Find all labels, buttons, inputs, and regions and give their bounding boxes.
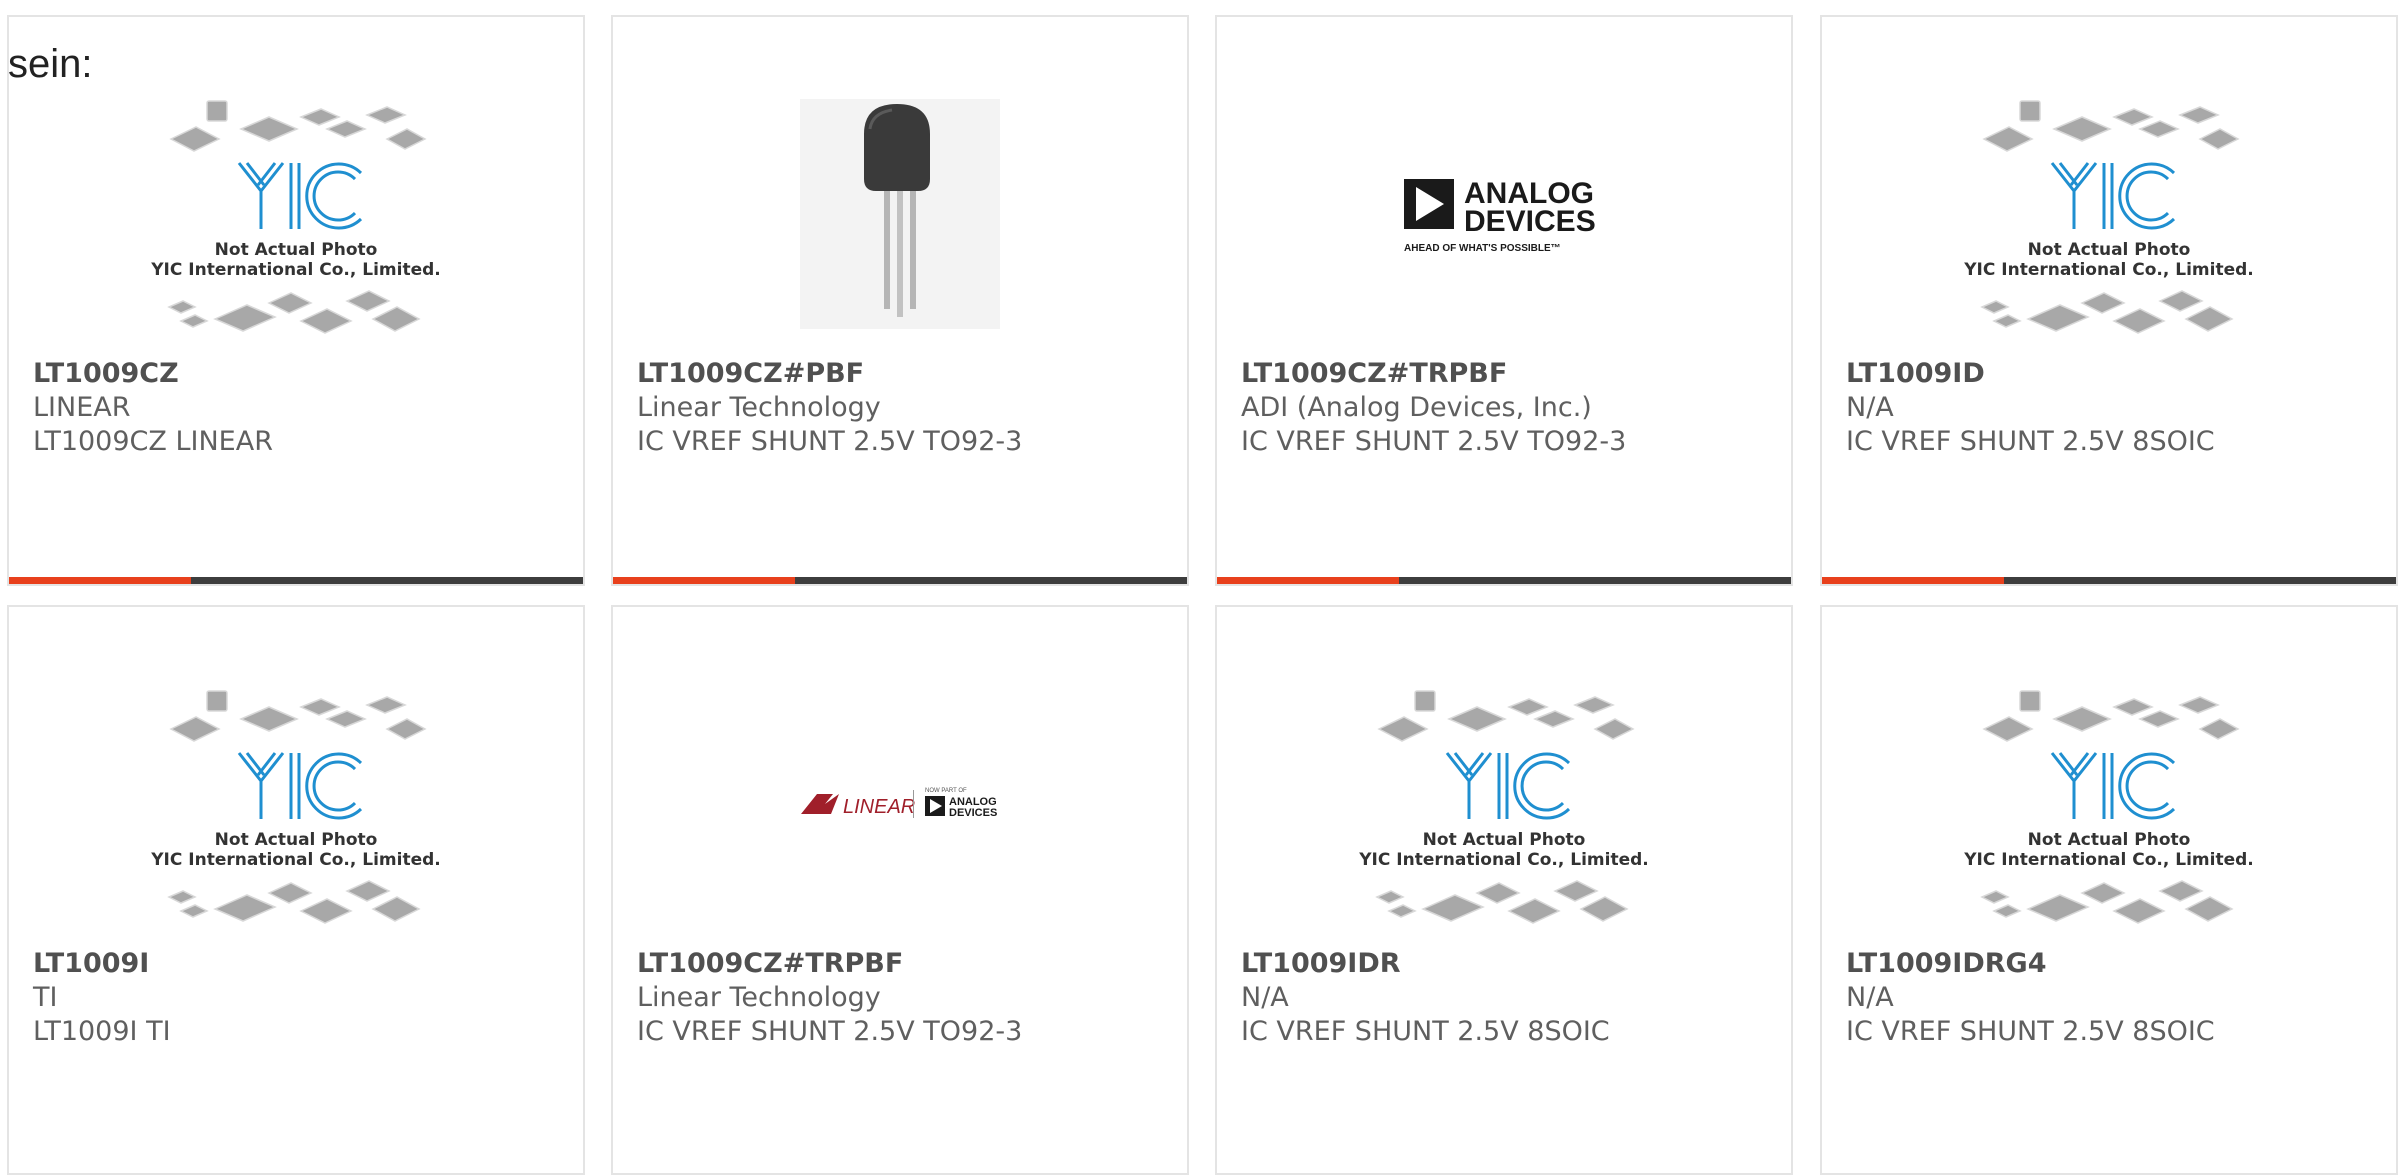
part-number[interactable]: LT1009ID: [1846, 357, 2386, 391]
placeholder-caption-line2: YIC International Co., Limited.: [1964, 260, 2254, 280]
product-card-3[interactable]: ANALOG DEVICES AHEAD OF WHAT'S POSSIBLE™…: [1215, 15, 1793, 586]
manufacturer: TI: [33, 982, 58, 1013]
description: IC VREF SHUNT 2.5V TO92-3: [637, 426, 1023, 457]
part-number[interactable]: LT1009CZ#PBF: [637, 357, 1177, 391]
product-image-placeholder: Not Actual Photo YIC International Co., …: [9, 669, 583, 939]
product-image-placeholder: Not Actual Photo YIC International Co., …: [1217, 669, 1791, 939]
logo-tagline: AHEAD OF WHAT'S POSSIBLE™: [1404, 243, 1561, 254]
yic-placeholder-icon: Not Actual Photo YIC International Co., …: [151, 690, 441, 924]
description: IC VREF SHUNT 2.5V TO92-3: [1241, 426, 1627, 457]
product-card-5[interactable]: Not Actual Photo YIC International Co., …: [7, 605, 585, 1175]
part-number[interactable]: LT1009CZ: [33, 357, 573, 391]
placeholder-caption-line1: Not Actual Photo: [2028, 240, 2191, 260]
yic-placeholder-icon: Not Actual Photo YIC International Co., …: [151, 100, 441, 334]
product-photo-to92: [613, 79, 1187, 349]
card-progress-bar: [613, 577, 1187, 584]
yic-placeholder-icon: Not Actual Photo YIC International Co., …: [1964, 690, 2254, 924]
description: IC VREF SHUNT 2.5V TO92-3: [637, 1016, 1023, 1047]
placeholder-caption-line1: Not Actual Photo: [2028, 830, 2191, 850]
placeholder-caption-line2: YIC International Co., Limited.: [151, 260, 441, 280]
description: IC VREF SHUNT 2.5V 8SOIC: [1846, 426, 2215, 457]
yic-placeholder-icon: Not Actual Photo YIC International Co., …: [1359, 690, 1649, 924]
manufacturer: Linear Technology: [637, 392, 881, 423]
manufacturer: ADI (Analog Devices, Inc.): [1241, 392, 1592, 423]
product-card-8[interactable]: Not Actual Photo YIC International Co., …: [1820, 605, 2398, 1175]
section-prefix-text: sein:: [8, 42, 93, 86]
logo-small-top: NOW PART OF: [925, 788, 967, 794]
logo-text-devices: DEVICES: [1464, 205, 1596, 238]
yic-placeholder-icon: Not Actual Photo YIC International Co., …: [1964, 100, 2254, 334]
bar-accent: [9, 577, 191, 584]
placeholder-caption-line2: YIC International Co., Limited.: [151, 850, 441, 870]
part-number[interactable]: LT1009IDR: [1241, 947, 1781, 981]
card-progress-bar: [1217, 577, 1791, 584]
manufacturer: Linear Technology: [637, 982, 881, 1013]
part-number[interactable]: LT1009CZ#TRPBF: [637, 947, 1177, 981]
description: LT1009I TI: [33, 1016, 171, 1047]
manufacturer: LINEAR: [33, 392, 131, 423]
analog-devices-logo: ANALOG DEVICES AHEAD OF WHAT'S POSSIBLE™: [1217, 79, 1791, 349]
description: IC VREF SHUNT 2.5V 8SOIC: [1241, 1016, 1610, 1047]
placeholder-caption-line1: Not Actual Photo: [215, 830, 378, 850]
product-image-placeholder: Not Actual Photo YIC International Co., …: [1822, 669, 2396, 939]
product-card-2[interactable]: LT1009CZ#PBF Linear Technology IC VREF S…: [611, 15, 1189, 586]
card-progress-bar: [1822, 577, 2396, 584]
description: IC VREF SHUNT 2.5V 8SOIC: [1846, 1016, 2215, 1047]
placeholder-caption-line2: YIC International Co., Limited.: [1964, 850, 2254, 870]
logo-text-devices-small: DEVICES: [949, 807, 997, 819]
part-number[interactable]: LT1009CZ#TRPBF: [1241, 357, 1781, 391]
bar-accent: [1822, 577, 2004, 584]
placeholder-caption-line1: Not Actual Photo: [1423, 830, 1586, 850]
product-image-placeholder: Not Actual Photo YIC International Co., …: [1822, 79, 2396, 349]
product-card-4[interactable]: Not Actual Photo YIC International Co., …: [1820, 15, 2398, 586]
manufacturer: N/A: [1846, 982, 1894, 1013]
to92-transistor-icon: [800, 99, 1000, 329]
description: LT1009CZ LINEAR: [33, 426, 273, 457]
bar-accent: [613, 577, 795, 584]
placeholder-caption-line2: YIC International Co., Limited.: [1359, 850, 1649, 870]
logo-text-linear: LINEAR: [843, 796, 915, 818]
product-image-placeholder: Not Actual Photo YIC International Co., …: [9, 79, 583, 349]
product-card-6[interactable]: LINEAR NOW PART OF ANALOG DEVICES LT1009…: [611, 605, 1189, 1175]
linear-adi-logo: LINEAR NOW PART OF ANALOG DEVICES: [613, 669, 1187, 939]
product-card-7[interactable]: Not Actual Photo YIC International Co., …: [1215, 605, 1793, 1175]
product-card-1[interactable]: Not Actual Photo YIC International Co., …: [7, 15, 585, 586]
manufacturer: N/A: [1241, 982, 1289, 1013]
part-number[interactable]: LT1009IDRG4: [1846, 947, 2386, 981]
placeholder-caption-line1: Not Actual Photo: [215, 240, 378, 260]
manufacturer: N/A: [1846, 392, 1894, 423]
bar-accent: [1217, 577, 1399, 584]
part-number[interactable]: LT1009I: [33, 947, 573, 981]
card-progress-bar: [9, 577, 583, 584]
